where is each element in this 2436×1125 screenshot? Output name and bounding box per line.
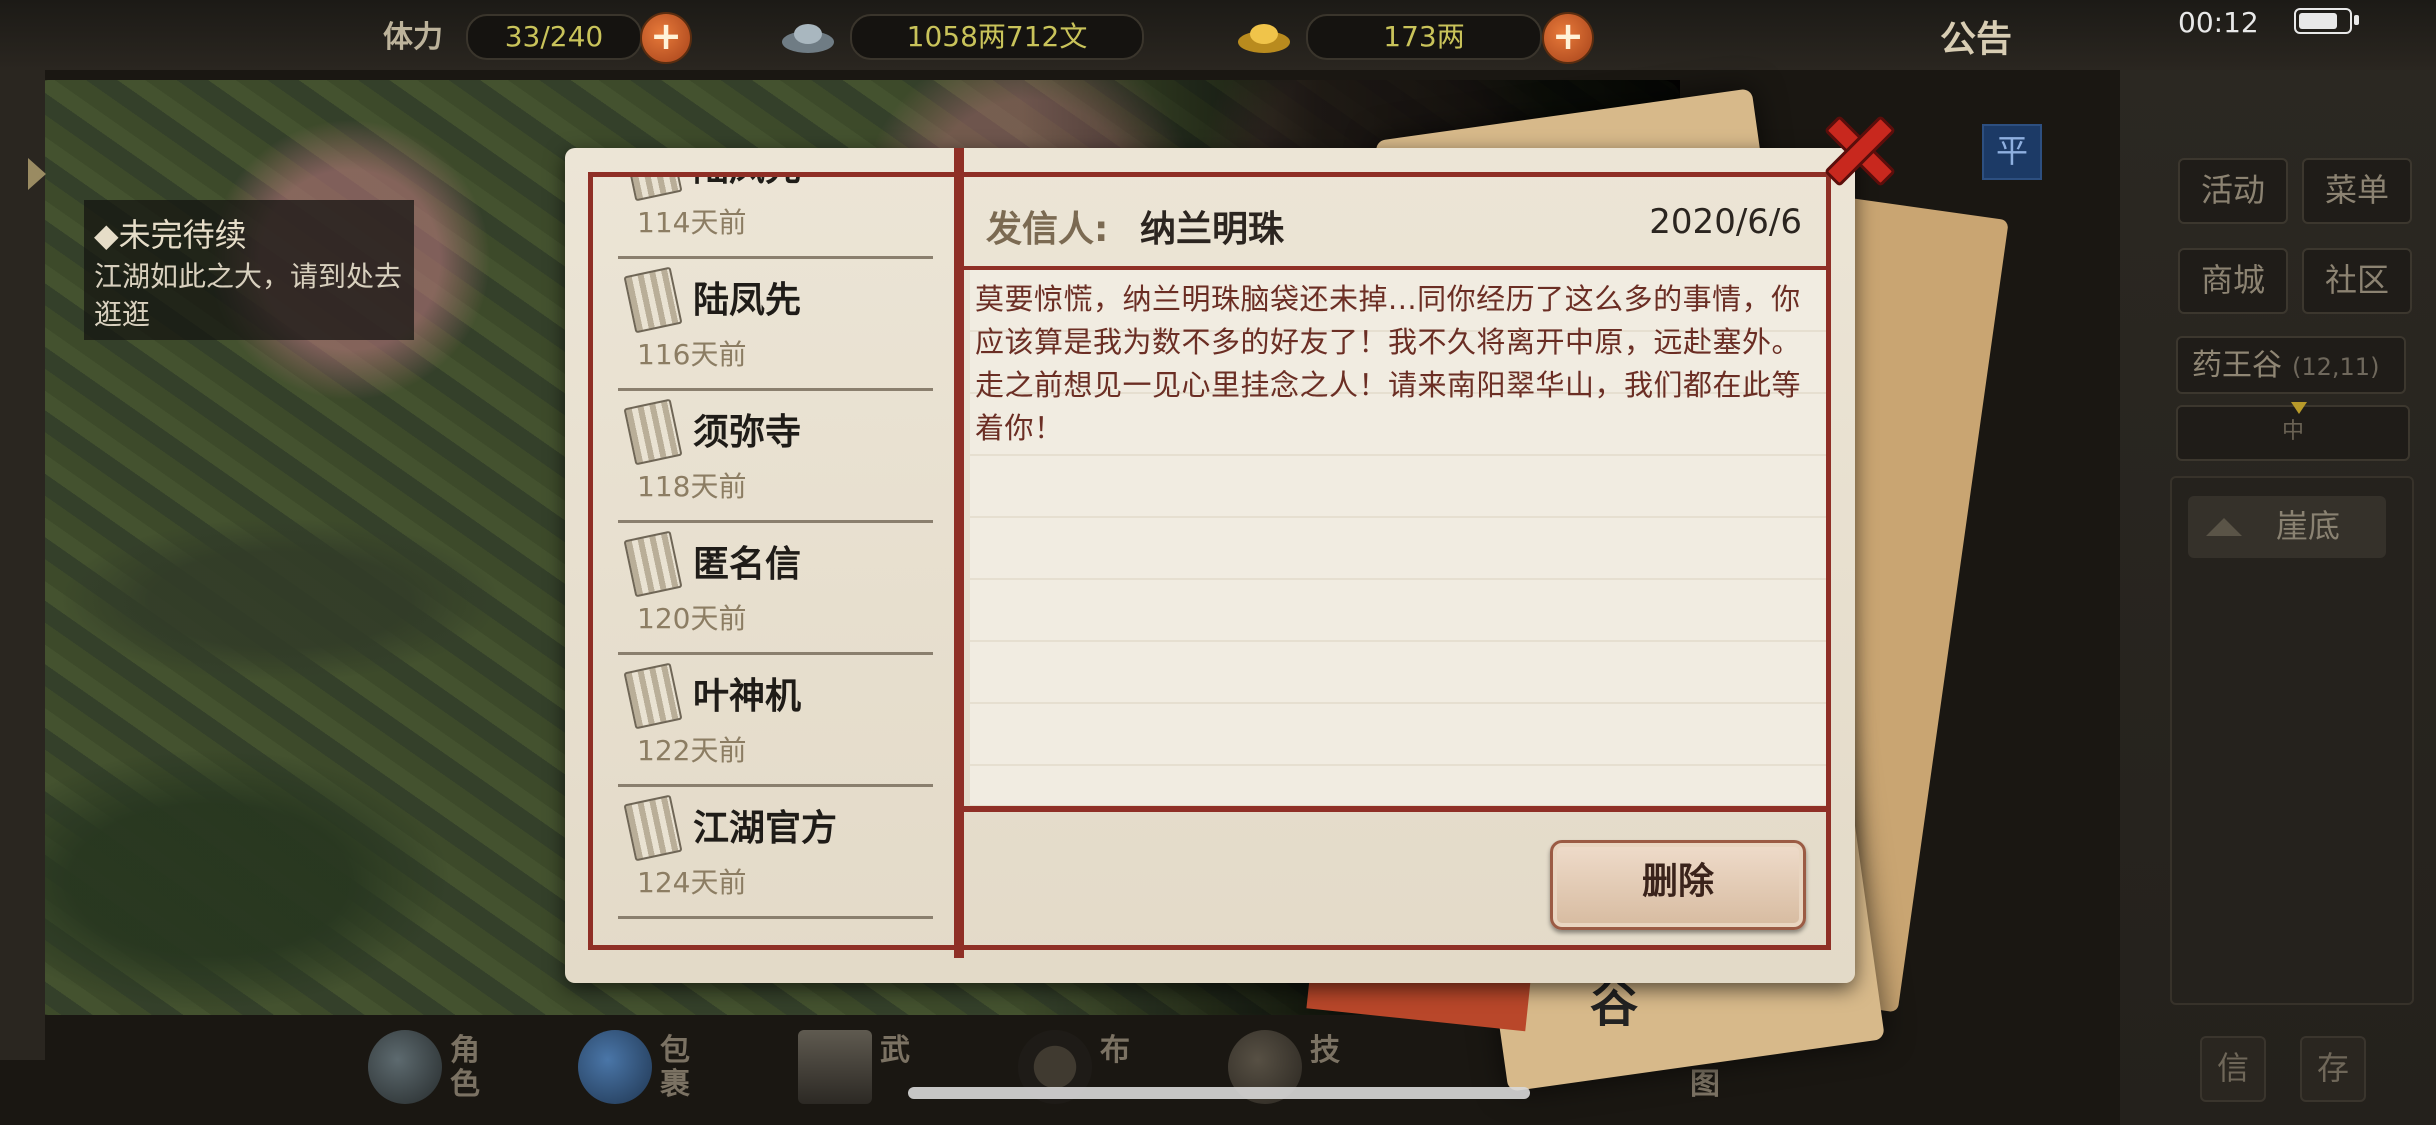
left-border xyxy=(0,60,45,1060)
gold-value: 173两 xyxy=(1306,14,1542,60)
silver-value: 1058两712文 xyxy=(850,14,1144,60)
add-gold-button[interactable]: + xyxy=(1542,12,1594,64)
nav-skill[interactable]: 技 xyxy=(1220,1020,1370,1120)
letter-scroll-icon xyxy=(623,177,683,202)
quest-title: ◆未完待续 xyxy=(94,216,247,254)
letter-scroll-icon xyxy=(623,794,683,862)
mail-time: 124天前 xyxy=(637,866,747,899)
quest-tracker[interactable]: ◆未完待续 江湖如此之大，请到处去逛逛 xyxy=(84,200,414,340)
list-item[interactable]: 陆凤先 114天前 xyxy=(593,177,943,259)
list-item[interactable]: 江湖官方 124天前 xyxy=(593,787,943,919)
mail-time: 118天前 xyxy=(637,470,747,503)
panel-separator xyxy=(954,148,964,958)
compass-pointer-icon xyxy=(2291,402,2307,414)
system-clock: 00:12 xyxy=(2178,6,2259,39)
ping-indicator: 平 xyxy=(1982,124,2042,180)
game-scene: 体力 33/240 + 1058两712文 173两 + 公告 00:12 ◆未… xyxy=(0,0,2436,1125)
menu-button[interactable]: 菜单 xyxy=(2302,158,2412,224)
location-display: 药王谷 (12,11) xyxy=(2176,336,2406,394)
mail-sender: 陆凤先 xyxy=(693,280,802,321)
list-item[interactable]: 叶神机 122天前 xyxy=(593,655,943,787)
shop-button[interactable]: 商城 xyxy=(2178,248,2288,314)
close-button[interactable] xyxy=(1812,104,1898,190)
storage-button[interactable]: 存 xyxy=(2300,1036,2366,1102)
mail-sender: 叶神机 xyxy=(693,676,802,717)
list-item[interactable]: 须弥寺 118天前 xyxy=(593,391,943,523)
nav-label: 武 xyxy=(880,1033,910,1068)
mail-time: 114天前 xyxy=(637,206,747,239)
nav-label: 包裹 xyxy=(660,1033,690,1102)
region-item-cliff[interactable]: 崖底 xyxy=(2188,496,2386,558)
mail-list[interactable]: 陆凤先 114天前 陆凤先 116天前 须弥寺 118天前 匿名信 120天前 … xyxy=(593,177,953,945)
list-item[interactable]: 匿名信 120天前 xyxy=(593,523,943,655)
mail-date: 2020/6/6 xyxy=(1649,202,1802,242)
nav-bag[interactable]: 包裹 xyxy=(570,1020,720,1120)
nav-character[interactable]: 角色 xyxy=(360,1020,510,1120)
character-icon xyxy=(368,1030,442,1104)
letter-scroll-icon xyxy=(623,662,683,730)
quest-description: 江湖如此之大，请到处去逛逛 xyxy=(94,260,403,331)
nav-formation[interactable]: 布 xyxy=(1010,1020,1160,1120)
arrow-up-icon xyxy=(2206,518,2242,536)
sender-name: 纳兰明珠 xyxy=(1140,209,1285,250)
sender-label: 发信人: xyxy=(986,209,1109,250)
mail-body: 莫要惊慌，纳兰明珠脑袋还未掉...同你经历了这么多的事情，你应该算是我为数不多的… xyxy=(975,282,1802,445)
silver-ingot-icon xyxy=(782,24,834,53)
mail-time: 116天前 xyxy=(637,338,747,371)
mail-sender: 匿名信 xyxy=(693,544,802,585)
mail-sender: 陆凤先 xyxy=(693,177,801,191)
nav-label: 技 xyxy=(1310,1033,1340,1068)
compass-center: 中 xyxy=(2281,419,2304,444)
location-name: 药王谷 xyxy=(2192,348,2282,383)
mail-time: 120天前 xyxy=(637,602,747,635)
nav-label: 角色 xyxy=(450,1033,480,1102)
list-divider xyxy=(618,916,933,919)
stamina-value: 33/240 xyxy=(466,14,642,60)
mail-time: 122天前 xyxy=(637,734,747,767)
bag-icon xyxy=(578,1030,652,1104)
location-coord: (12,11) xyxy=(2292,353,2380,381)
home-indicator[interactable] xyxy=(908,1087,1530,1099)
martial-arts-icon xyxy=(798,1030,872,1104)
nav-label: 布 xyxy=(1100,1033,1130,1068)
letter-button[interactable]: 信 xyxy=(2200,1036,2266,1102)
notice-button[interactable]: 公告 xyxy=(1940,10,2012,62)
top-status-bar xyxy=(0,0,2436,70)
expand-arrow-icon[interactable] xyxy=(28,158,46,190)
activity-button[interactable]: 活动 xyxy=(2178,158,2288,224)
mail-sender: 须弥寺 xyxy=(693,412,802,453)
letter-scroll-icon xyxy=(623,266,683,334)
battery-tip xyxy=(2354,15,2359,25)
community-button[interactable]: 社区 xyxy=(2302,248,2412,314)
list-item[interactable]: 陆凤先 116天前 xyxy=(593,259,943,391)
stamina-label: 体力 xyxy=(383,20,443,55)
mail-sender: 江湖官方 xyxy=(693,808,838,849)
battery-icon xyxy=(2294,8,2352,34)
nav-martial-arts[interactable]: 武 xyxy=(790,1020,940,1120)
add-stamina-button[interactable]: + xyxy=(640,12,692,64)
letter-scroll-icon xyxy=(623,398,683,466)
letter-scroll-icon xyxy=(623,530,683,598)
gold-ingot-icon xyxy=(1238,24,1290,53)
delete-button[interactable]: 删除 xyxy=(1550,840,1806,930)
body-divider xyxy=(964,806,1826,812)
region-item-label: 崖底 xyxy=(2276,507,2341,545)
